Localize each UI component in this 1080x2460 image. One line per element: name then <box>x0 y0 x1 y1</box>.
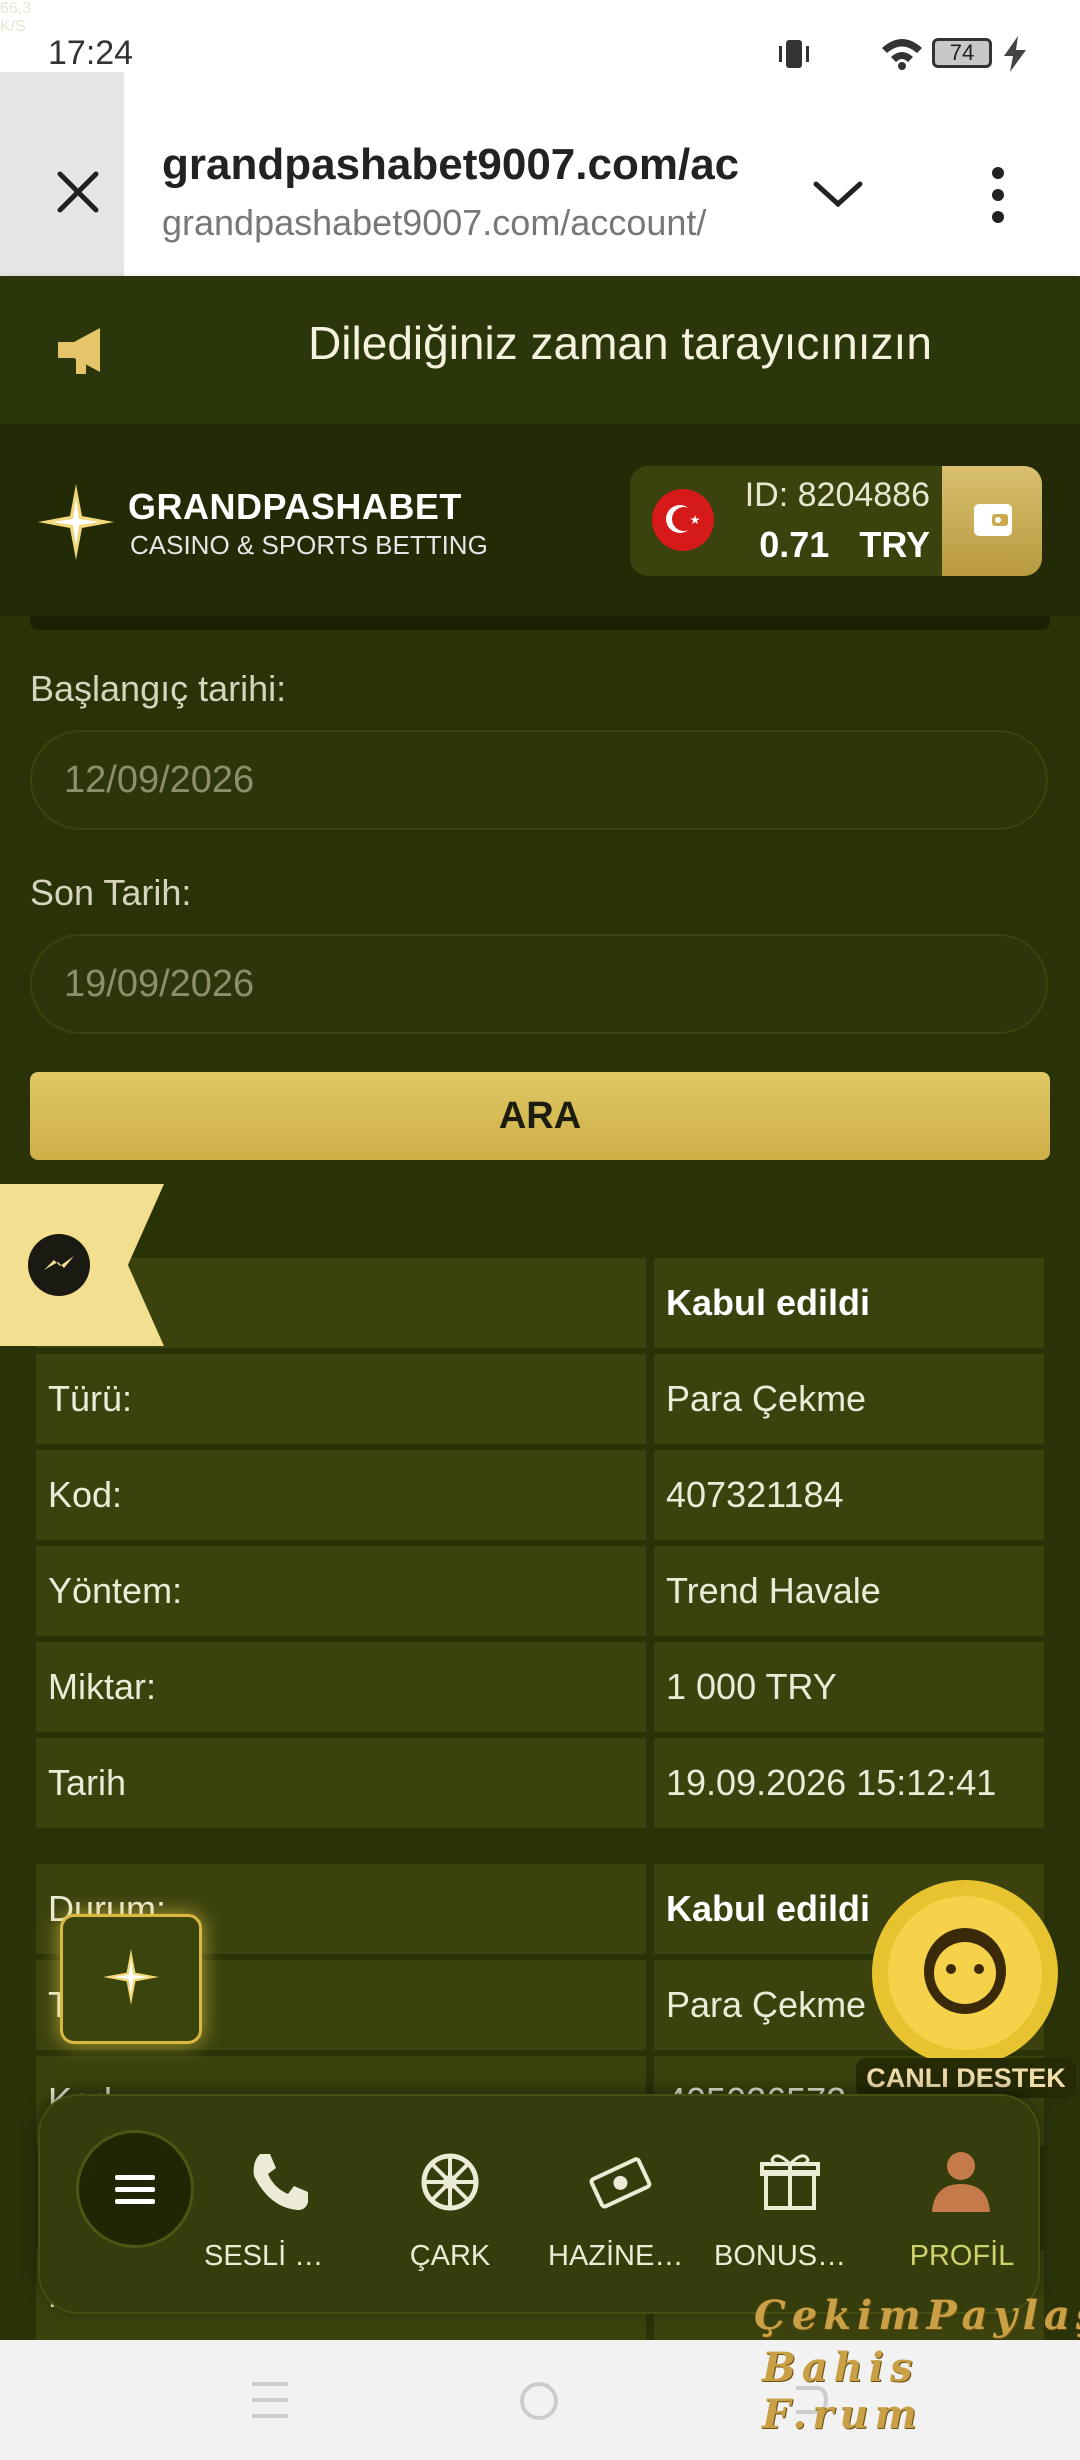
row-label: Yöntem: <box>36 1546 646 1636</box>
nav-item-bonuses[interactable]: BONUSLAR <box>714 2240 854 2273</box>
end-date-label: Son Tarih: <box>30 872 192 913</box>
megaphone-icon <box>58 328 100 374</box>
start-date-label: Başlangıç tarihi: <box>30 668 287 709</box>
more-options-icon[interactable] <box>986 166 1010 224</box>
brand-tagline: CASINO & SPORTS BETTING <box>130 530 488 560</box>
content-top-edge <box>30 616 1050 630</box>
charging-icon <box>1004 36 1026 72</box>
network-speed: 66,3 K/S <box>0 0 32 35</box>
account-id: ID: 8204886 <box>744 476 930 514</box>
row-value: 1 000 TRY <box>654 1642 1044 1732</box>
gift-icon[interactable] <box>760 2150 820 2212</box>
brand-name[interactable]: GRANDPASHABET <box>128 486 462 528</box>
row-value: 19.09.2026 15:12:41 <box>654 1738 1044 1828</box>
chevron-down-icon[interactable] <box>812 178 864 210</box>
brand-logo-icon[interactable] <box>38 484 114 560</box>
support-agent-icon <box>872 1880 1058 2066</box>
hamburger-icon <box>115 2175 155 2204</box>
row-label: Kod: <box>36 1450 646 1540</box>
row-value: Trend Havale <box>654 1546 1044 1636</box>
end-date-input[interactable]: 19/09/2026 <box>30 934 1048 1034</box>
row-value: Kabul edildi <box>654 1258 1044 1348</box>
wallet-icon <box>974 504 1012 536</box>
money-icon[interactable] <box>588 2152 652 2212</box>
announcement-text: Dilediğiniz zaman tarayıcınızın <box>308 317 932 369</box>
messenger-icon <box>28 1234 90 1296</box>
brand-star-icon <box>103 1949 159 2005</box>
recent-apps-icon[interactable] <box>250 2378 290 2422</box>
menu-button[interactable] <box>76 2130 194 2248</box>
profile-icon[interactable] <box>928 2150 994 2212</box>
row-value: 407321184 <box>654 1450 1044 1540</box>
row-label: Miktar: <box>36 1642 646 1732</box>
wheel-icon[interactable] <box>420 2152 480 2212</box>
row-label: Türü: <box>36 1354 646 1444</box>
brand-fab-button[interactable] <box>60 1914 202 2044</box>
search-button[interactable]: ARA <box>30 1072 1050 1160</box>
home-icon[interactable] <box>518 2380 560 2422</box>
phone-icon[interactable] <box>248 2150 312 2214</box>
live-support-button[interactable] <box>872 1880 1064 2078</box>
vibrate-icon <box>779 40 809 68</box>
watermark-line1: ÇekimPaylaş <box>754 2292 1080 2339</box>
row-value: Para Çekme <box>654 1354 1044 1444</box>
wifi-icon <box>882 39 922 70</box>
start-date-input[interactable]: 12/09/2026 <box>30 730 1048 830</box>
live-support-label[interactable]: CANLI DESTEK <box>856 2058 1076 2098</box>
url-subtitle[interactable]: grandpashabet9007.com/account/ <box>162 202 757 244</box>
nav-item-treasure[interactable]: HAZİNE AVI <box>548 2240 688 2273</box>
wallet-button[interactable] <box>942 466 1042 576</box>
nav-item-profile[interactable]: PROFİL <box>892 2240 1032 2273</box>
close-icon[interactable] <box>56 170 100 214</box>
row-label: Tarih <box>36 1738 646 1828</box>
status-time: 17:24 <box>48 34 134 72</box>
account-balance: 0.71 TRY <box>759 524 930 565</box>
battery-indicator: 74 <box>932 38 992 68</box>
watermark-line2: Bahis F.rum <box>762 2344 923 2438</box>
url-title[interactable]: grandpashabet9007.com/ac <box>162 140 757 190</box>
nav-item-voice-support[interactable]: SESLİ DESTEK <box>204 2240 344 2273</box>
nav-item-wheel[interactable]: ÇARK <box>380 2240 520 2273</box>
